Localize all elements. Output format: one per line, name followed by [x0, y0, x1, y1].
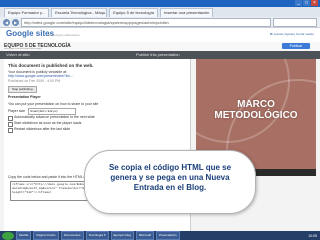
user-links[interactable]: Mi cuenta | Ayuda | Cerrar sesión — [270, 32, 314, 36]
maximize-button[interactable]: □ — [303, 0, 310, 6]
published-url-link[interactable]: http://docs.google.com/present/view?id=.… — [8, 74, 73, 78]
google-sites-logo[interactable]: Google sites — [6, 29, 54, 38]
browser-tab[interactable]: Escuela Tecnológica - Máqu... — [51, 8, 108, 17]
edit-bar: Volver al sitio Publish this presentatio… — [0, 51, 320, 59]
taskbar-item[interactable]: Pagina Firefox — [33, 231, 59, 240]
stop-publishing-button[interactable]: Stop publishing — [8, 86, 37, 93]
taskbar-item[interactable]: Presentación — [156, 231, 180, 240]
player-size-select[interactable]: Small (410 x 342 px) — [28, 108, 76, 115]
forward-button[interactable]: ▶ — [12, 18, 19, 26]
browser-tab[interactable]: Equipo Formador y... — [4, 8, 50, 17]
taskbar-item[interactable]: Documentos — [60, 231, 84, 240]
slide-title-line2: METODOLÓGICO — [214, 110, 298, 121]
autoadvance-checkbox[interactable] — [8, 116, 13, 121]
close-button[interactable]: × — [311, 0, 318, 6]
options-heading: Presentation Player — [8, 95, 41, 99]
minimize-button[interactable]: _ — [295, 0, 302, 6]
url-input[interactable]: http://sites.google.com/site/equipo5dete… — [21, 17, 271, 27]
published-date: Published on Feb 2009 - 4:00 PM — [8, 79, 61, 83]
restart-checkbox[interactable] — [8, 128, 13, 133]
google-header: Google sites Tecnología y Educación Mi c… — [0, 28, 320, 43]
taskbar-item[interactable]: Ejemplo blog — [110, 231, 134, 240]
publish-button[interactable]: Publicar — [282, 43, 310, 49]
embed-intro: You can put your presentation on how to … — [8, 102, 99, 106]
back-button[interactable]: ◀ — [3, 18, 10, 26]
browser-titlebar — [0, 0, 320, 7]
autoadvance-label: Automatically advance presentation to th… — [14, 115, 95, 119]
taskbar-item[interactable]: Mozilla — [16, 231, 32, 240]
slide-title-line1: MARCO — [237, 99, 275, 110]
browser-search-input[interactable] — [273, 17, 317, 27]
browser-tab[interactable]: Insertar una presentación — [159, 8, 214, 17]
callout-bubble: Se copia el código HTML que se genera y … — [84, 150, 256, 214]
player-size-value: Small (410 x 342 px) — [30, 109, 58, 113]
back-to-site-link[interactable]: Volver al sitio — [6, 52, 30, 57]
address-bar: ◀ ▶ http://sites.google.com/site/equipo5… — [0, 17, 320, 28]
window-controls: _ □ × — [295, 0, 318, 6]
page-title: Publish this presentation — [136, 52, 180, 57]
taskbar-item[interactable]: Microsoft — [135, 231, 155, 240]
google-tagline: Tecnología y Educación — [48, 33, 80, 37]
taskbar-item[interactable]: Tecnología 5 — [85, 231, 109, 240]
browser-tabs: Equipo Formador y... Escuela Tecnológica… — [0, 7, 320, 17]
start-button[interactable] — [2, 231, 14, 240]
autostart-checkbox[interactable] — [8, 122, 13, 127]
site-url: sites.google.com/site/equipo5detecnologi… — [4, 48, 42, 50]
slide-title: MARCO METODOLÓGICO — [196, 99, 316, 121]
taskbar-clock: 10:05 — [308, 233, 317, 238]
published-message: This document is published on the web. — [8, 63, 94, 68]
restart-label: Restart slideshow after the last slide — [14, 127, 71, 131]
callout-text: Se copia el código HTML que se genera y … — [108, 163, 232, 192]
taskbar: Mozilla Pagina Firefox Documentos Tecnol… — [0, 231, 320, 240]
player-size-label: Player size — [8, 109, 26, 113]
autostart-label: Start slideshow as soon as the player lo… — [14, 121, 82, 125]
browser-tab[interactable]: Equipo 5 de tecnología — [109, 8, 158, 17]
